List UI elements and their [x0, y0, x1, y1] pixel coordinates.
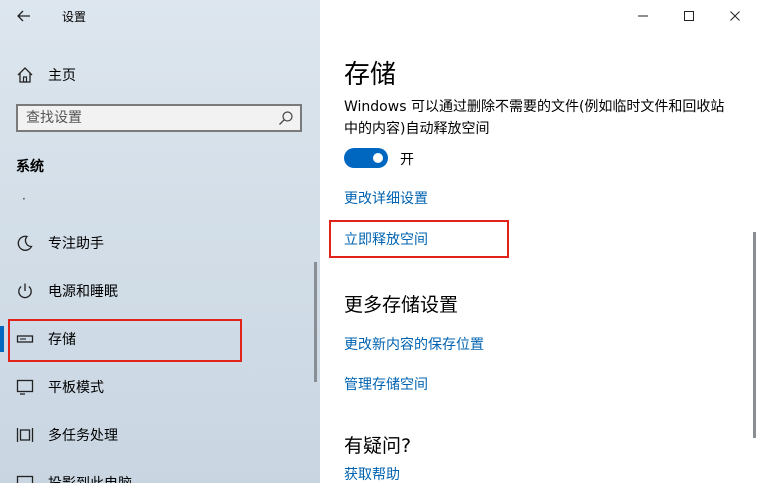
storage-sense-description: Windows 可以通过删除不需要的文件(例如临时文件和回收站中的内容)自动释放… — [344, 99, 725, 137]
search-input[interactable] — [26, 109, 266, 127]
content-scrollbar[interactable] — [753, 232, 756, 438]
sidebar-item-label: 投影到此电脑 — [48, 473, 132, 483]
questions-heading: 有疑问? — [344, 435, 412, 457]
back-arrow-icon — [17, 10, 30, 22]
manage-storage-spaces-link[interactable]: 管理存储空间 — [344, 374, 428, 394]
minimize-button[interactable] — [620, 0, 666, 32]
sidebar-scrollbar[interactable] — [314, 262, 317, 382]
sidebar-item-power-sleep[interactable]: 电源和睡眠 — [0, 270, 320, 310]
project-icon — [16, 475, 34, 483]
minimize-icon — [638, 15, 648, 17]
maximize-icon — [684, 11, 694, 21]
highlight-box-storage — [8, 319, 242, 362]
sidebar-item-tablet-mode[interactable]: 平板模式 — [0, 366, 320, 406]
highlight-box-free-up-space — [329, 220, 509, 258]
close-button[interactable] — [712, 0, 758, 32]
section-title-system: 系统 — [16, 159, 44, 175]
home-icon — [17, 67, 33, 83]
storage-page: 存储 Windows 可以通过删除不需要的文件(例如临时文件和回收站中的内容)自… — [320, 0, 758, 483]
sidebar-item-label: 多任务处理 — [48, 428, 118, 444]
power-icon — [18, 283, 32, 299]
app-title: 设置 — [62, 10, 87, 24]
sidebar-item-focus-assist[interactable]: 专注助手 — [0, 222, 320, 262]
multitasking-icon — [16, 428, 34, 442]
page-title: 存储 — [344, 60, 397, 90]
tablet-mode-icon — [16, 379, 34, 395]
settings-sidebar: 设置 主页 系统 · 专注助手 电源和睡眠 存储 — [0, 0, 320, 483]
maximize-button[interactable] — [666, 0, 712, 32]
toggle-knob — [373, 153, 383, 163]
toggle-state-label: 开 — [400, 152, 414, 168]
sidebar-item-multitasking[interactable]: 多任务处理 — [0, 414, 320, 454]
truncated-item-marker: · — [22, 192, 26, 206]
selection-indicator — [0, 326, 4, 352]
more-storage-settings-heading: 更多存储设置 — [344, 294, 459, 316]
change-save-location-link[interactable]: 更改新内容的保存位置 — [344, 334, 484, 354]
get-help-link[interactable]: 获取帮助 — [344, 464, 400, 483]
sidebar-item-label: 专注助手 — [48, 236, 104, 252]
sidebar-item-label: 电源和睡眠 — [48, 284, 118, 300]
sidebar-item-home[interactable]: 主页 — [0, 58, 320, 90]
sidebar-item-project-to-pc[interactable]: 投影到此电脑 — [0, 462, 320, 483]
moon-icon — [17, 235, 33, 251]
sidebar-item-label: 主页 — [48, 68, 76, 84]
search-icon[interactable] — [278, 110, 294, 126]
sidebar-item-label: 平板模式 — [48, 380, 104, 396]
search-settings-box[interactable] — [16, 104, 302, 132]
change-detailed-settings-link[interactable]: 更改详细设置 — [344, 188, 428, 208]
back-button[interactable] — [8, 2, 40, 30]
close-icon — [730, 11, 740, 21]
storage-sense-toggle[interactable] — [344, 148, 388, 168]
